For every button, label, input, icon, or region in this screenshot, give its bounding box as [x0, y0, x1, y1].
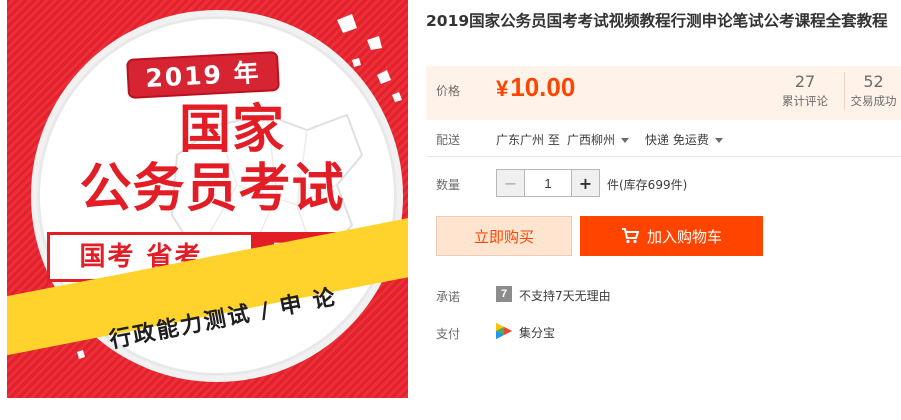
shipping-from: 广东广州 至: [496, 133, 560, 147]
price-box: 价格 ¥10.00 27 累计评论 52 交易成功: [426, 66, 901, 120]
divider: [426, 156, 901, 157]
shipping-method: 快递 免运费: [645, 133, 709, 147]
jifenbao-icon: [496, 323, 512, 339]
shipping-destination-select[interactable]: 广西柳州: [567, 131, 630, 148]
shipping-destination: 广西柳州: [567, 133, 616, 147]
price-amount: 10.00: [510, 72, 576, 102]
shipping-method-select[interactable]: 快递 免运费: [645, 131, 723, 148]
payment-label: 支付: [436, 327, 461, 341]
price-label: 价格: [436, 84, 461, 98]
quantity-label: 数量: [436, 178, 461, 192]
payment-text: 集分宝: [519, 326, 556, 340]
chevron-down-icon: [714, 138, 723, 143]
deals-label: 交易成功: [850, 94, 897, 108]
poster-year-plate: 2019 年: [126, 51, 280, 99]
stock-text: 件(库存699件): [607, 178, 688, 192]
quantity-stepper: − +: [496, 169, 600, 197]
poster-title-line1: 国家: [178, 100, 285, 160]
add-to-cart-button[interactable]: 加入购物车: [580, 216, 763, 256]
quantity-increase-button[interactable]: +: [572, 170, 599, 196]
deals-count: 52: [863, 72, 884, 91]
promise-label: 承诺: [436, 290, 461, 304]
poster-title-line2: 公务员考试: [79, 159, 345, 219]
quantity-input[interactable]: [524, 170, 572, 196]
quantity-decrease-button[interactable]: −: [497, 170, 524, 196]
currency-symbol: ¥: [496, 76, 509, 101]
promise-text[interactable]: 不支持7天无理由: [519, 287, 611, 304]
price-value: ¥10.00: [496, 72, 575, 103]
cart-icon: [621, 228, 639, 244]
reviews-count: 27: [794, 72, 816, 91]
add-to-cart-label: 加入购物车: [646, 227, 722, 246]
product-detail-page: 2019 年 国家 公务员考试 国考 省考 强化班 行政能力测试 / 申 论 2…: [0, 0, 901, 420]
poster-year-text: 2019 年: [144, 58, 262, 93]
shipping-label: 配送: [436, 133, 461, 147]
reviews-label: 累计评论: [782, 94, 828, 108]
reviews-stat[interactable]: 27 累计评论: [766, 72, 844, 110]
product-title: 2019国家公务员国考考试视频教程行测申论笔试公考课程全套教程: [426, 12, 888, 30]
chevron-down-icon: [621, 138, 630, 143]
product-image[interactable]: 2019 年 国家 公务员考试 国考 省考 强化班 行政能力测试 / 申 论: [7, 0, 408, 398]
seven-day-icon: 7: [496, 286, 512, 302]
deals-stat[interactable]: 52 交易成功: [844, 72, 901, 110]
buy-now-button[interactable]: 立即购买: [436, 216, 572, 256]
